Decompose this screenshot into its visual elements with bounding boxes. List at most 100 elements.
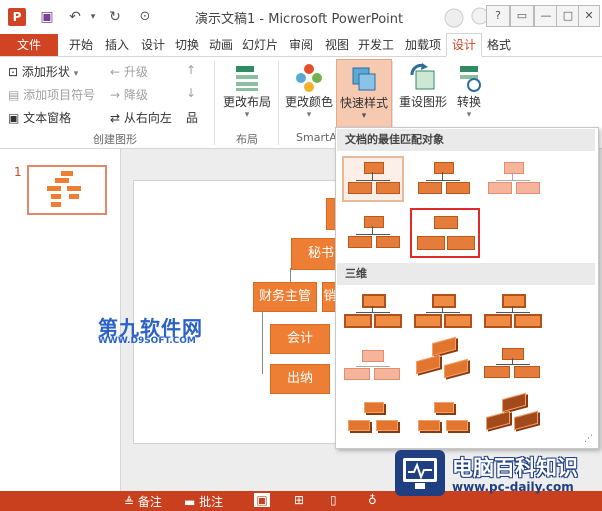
change-layout-button[interactable]: 更改布局 ▾ (220, 63, 274, 120)
convert-label: 转换 (456, 95, 481, 109)
resize-grip-icon[interactable]: ⋰ (584, 434, 593, 444)
quick-styles-icon (349, 64, 379, 94)
notes-icon: ≜ (124, 495, 135, 509)
text-pane-icon: ▣ (8, 111, 20, 125)
create-graphic-group-label: 创建图形 (93, 133, 137, 146)
diagram-node-accounting[interactable]: 会计 (270, 324, 330, 354)
window-title: 演示文稿1 - Microsoft PowerPoint (195, 12, 404, 27)
add-shape-icon: ⊡ (8, 65, 19, 79)
quick-styles-label: 快速样式 (339, 96, 388, 110)
group-separator (214, 61, 215, 145)
tab-file[interactable]: 文件 (0, 34, 58, 56)
layout-icon: 品 (186, 111, 199, 125)
change-colors-label: 更改颜色 (284, 95, 333, 109)
style-3d-sunset[interactable] (482, 342, 544, 388)
change-layout-icon (232, 63, 262, 93)
connector-line (290, 268, 291, 282)
notes-button[interactable]: ≜ 备注 (124, 493, 162, 510)
chevron-down-icon: ▾ (361, 111, 367, 121)
promote-button[interactable]: ← 升级 (110, 63, 148, 80)
text-pane-label: 文本窗格 (23, 111, 72, 125)
quick-styles-button[interactable]: 快速样式 ▾ (336, 59, 392, 129)
style-intense-effect[interactable] (410, 208, 480, 258)
change-colors-button[interactable]: 更改颜色 ▾ (282, 63, 336, 120)
add-bullet-label: 添加项目符号 (23, 88, 96, 102)
tab-view[interactable]: 视图 (320, 34, 354, 56)
comments-label: 批注 (199, 495, 224, 509)
style-simple-fill[interactable] (342, 156, 404, 202)
chevron-down-icon: ▾ (306, 110, 312, 120)
right-to-left-button[interactable]: ⇄ 从右向左 (110, 109, 172, 126)
tab-transitions[interactable]: 切换 (170, 34, 204, 56)
style-3d-bird-eye[interactable] (342, 394, 404, 440)
gallery-header-3d: 三维 (337, 263, 595, 285)
powerpoint-app-icon[interactable]: P (8, 8, 26, 26)
style-3d-brick-heap[interactable] (482, 392, 544, 438)
tab-slideshow[interactable]: 幻灯片 (238, 34, 282, 56)
change-colors-icon (294, 63, 324, 93)
diagram-node-cashier[interactable]: 出纳 (270, 364, 330, 394)
style-subtle-effect[interactable] (482, 156, 544, 202)
right-to-left-icon: ⇄ (110, 111, 121, 125)
style-3d-polished[interactable] (342, 290, 404, 336)
demote-button[interactable]: → 降级 (110, 86, 148, 103)
comments-button[interactable]: ▬ 批注 (184, 493, 223, 510)
help-button[interactable]: ? (486, 5, 510, 27)
add-bullet-button[interactable]: ▤ 添加项目符号 (8, 86, 95, 103)
convert-icon (454, 63, 484, 93)
ribbon-display-button[interactable]: ▭ (510, 5, 534, 27)
restore-button[interactable]: □ (556, 5, 580, 27)
promote-icon: ← (110, 65, 121, 79)
arrow-down-icon: ↓ (186, 86, 197, 100)
minimize-button[interactable]: — (534, 5, 558, 27)
watermark-logo-url: WWW.D9SOFT.COM (98, 336, 196, 346)
comments-icon: ▬ (184, 495, 196, 509)
style-3d-powder[interactable] (342, 342, 404, 388)
close-button[interactable]: ✕ (578, 5, 600, 27)
connector-line (262, 310, 263, 374)
add-shape-button[interactable]: ⊡ 添加形状 ▾ (8, 63, 78, 80)
tab-review[interactable]: 审阅 (284, 34, 318, 56)
reset-graphic-button[interactable]: 重设图形 (396, 63, 450, 110)
normal-view-icon[interactable]: ▣ (254, 493, 270, 507)
tab-developer[interactable]: 开发工 (354, 34, 398, 56)
style-3d-inset[interactable] (412, 290, 474, 336)
tab-addins[interactable]: 加载项 (400, 34, 446, 56)
style-moderate-effect[interactable] (342, 210, 404, 256)
slideshow-icon[interactable]: ♁ (368, 493, 377, 507)
quick-styles-gallery: 文档的最佳匹配对象 三维 ⋰ (335, 127, 599, 449)
move-up-button[interactable]: ↑ (186, 63, 196, 77)
reading-view-icon[interactable]: ▯ (330, 493, 337, 507)
slide-sorter-icon[interactable]: ⊞ (294, 493, 304, 507)
undo-dropdown-icon[interactable]: ▾ (84, 8, 102, 26)
slide-thumbnail[interactable] (27, 165, 107, 215)
gallery-header-best-match: 文档的最佳匹配对象 (337, 129, 595, 151)
style-3d-cartoon[interactable] (482, 290, 544, 336)
ribbon-tabs: 文件 开始 插入 设计 切换 动画 幻灯片 审阅 视图 开发工 加载项 设计 格… (0, 33, 602, 57)
right-to-left-label: 从右向左 (123, 111, 172, 125)
layout-options-button[interactable]: 品 (186, 109, 198, 126)
convert-button[interactable]: 转换 ▾ (452, 63, 486, 120)
diagram-node-finance-manager[interactable]: 财务主管 (253, 282, 317, 312)
style-3d-brick-scene[interactable] (412, 336, 474, 384)
layout-group-label: 布局 (236, 133, 258, 146)
tab-design[interactable]: 设计 (136, 34, 170, 56)
tab-smartart-design[interactable]: 设计 (446, 33, 482, 57)
tab-format[interactable]: 格式 (482, 34, 516, 56)
undo-icon[interactable]: ↶ (66, 8, 84, 26)
arrow-up-icon: ↑ (186, 63, 197, 77)
slide-number: 1 (14, 165, 22, 179)
redo-icon[interactable]: ↻ (106, 8, 124, 26)
bullet-icon: ▤ (8, 88, 20, 102)
text-pane-button[interactable]: ▣ 文本窗格 (8, 109, 71, 126)
customize-qat-icon[interactable]: ⊙ (136, 8, 154, 26)
watermark-monitor-logo (395, 450, 445, 496)
tab-insert[interactable]: 插入 (100, 34, 134, 56)
save-icon[interactable]: ▣ (38, 8, 56, 26)
move-down-button[interactable]: ↓ (186, 86, 196, 100)
style-white-outline[interactable] (412, 156, 474, 202)
tab-home[interactable]: 开始 (64, 34, 98, 56)
tab-animations[interactable]: 动画 (204, 34, 238, 56)
watermark-site-name: 电脑百科知识 (452, 456, 578, 480)
style-3d-flat-scene[interactable] (412, 394, 474, 440)
